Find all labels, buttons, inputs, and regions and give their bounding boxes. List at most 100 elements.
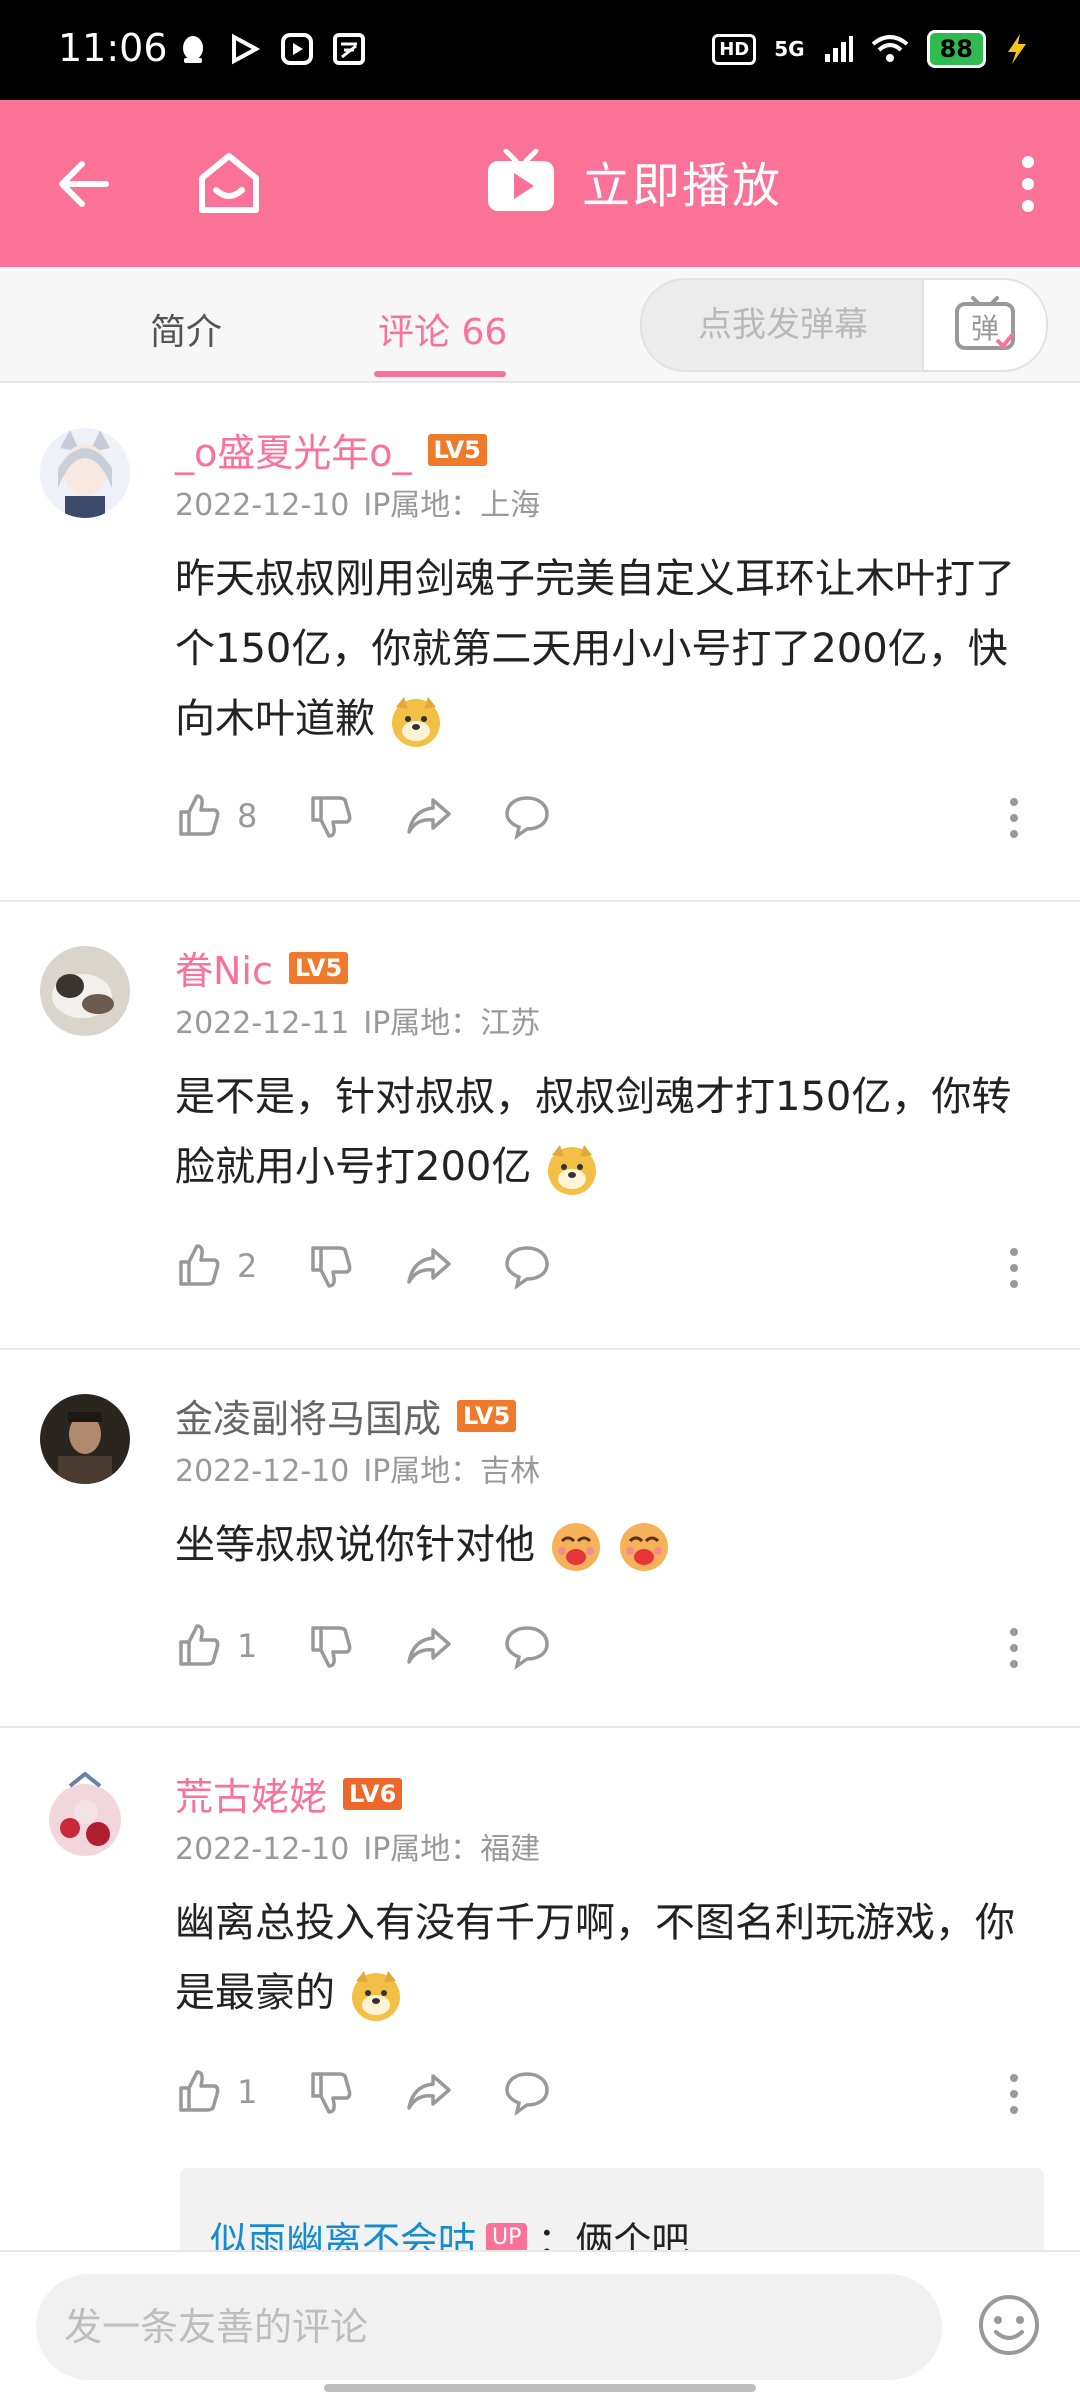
username[interactable]: _o盛夏光年o_ LV5 [175, 422, 487, 477]
comment-text: 昨天叔叔刚用剑魂子完美自定义耳环让木叶打了个150亿，你就第二天用小小号打了20… [175, 544, 1045, 754]
comment-date: 2022-12-10 [175, 1454, 350, 1489]
share-icon [407, 1248, 452, 1284]
reply-button[interactable] [503, 792, 551, 840]
reply-button[interactable] [503, 2068, 551, 2116]
thumb-up-icon [179, 794, 220, 836]
battery-indicator: 88 [926, 30, 986, 68]
share-icon [407, 1628, 452, 1664]
comment-text-content: 坐等叔叔说你针对他 [175, 1522, 535, 1568]
doge-emoji-icon [548, 1145, 597, 1195]
username[interactable]: 金凌副将马国成 LV5 [175, 1388, 517, 1443]
more-options-button[interactable] [1016, 156, 1040, 212]
comment-input[interactable]: 发一条友善的评论 [36, 2274, 942, 2380]
dislike-button[interactable] [307, 2068, 355, 2116]
up-badge: UP [486, 2222, 528, 2253]
home-button[interactable] [194, 148, 264, 218]
home-icon [199, 153, 259, 213]
thumb-up-icon [179, 2070, 220, 2112]
thumb-down-icon [311, 1626, 352, 1668]
comment-date: 2022-12-10 [175, 1832, 350, 1867]
status-time: 11:06 [58, 26, 168, 70]
share-button[interactable] [405, 2068, 453, 2116]
title-bar: 立即播放 [0, 100, 1080, 267]
comment-bubble-icon [505, 1626, 550, 1670]
like-button[interactable]: 8 [175, 792, 257, 840]
username[interactable]: 眷Nic LV5 [175, 940, 349, 995]
comment-bubble-icon [505, 796, 550, 840]
share-button[interactable] [405, 792, 453, 840]
network-label: 5G [774, 37, 805, 61]
username-text: _o盛夏光年o_ [175, 431, 412, 475]
danmaku-icon: 弹 [955, 296, 1015, 350]
like-button[interactable]: 1 [175, 1622, 257, 1670]
comment-text: 幽离总投入有没有千万啊，不图名利玩游戏，你是最豪的 [175, 1888, 1045, 2028]
comment-date: 2022-12-11 [175, 1006, 350, 1041]
arrow-left-icon [59, 161, 109, 207]
active-tab-indicator [374, 371, 506, 377]
charging-icon [1008, 34, 1026, 64]
back-button[interactable] [52, 152, 116, 216]
like-count: 8 [237, 797, 258, 835]
share-button[interactable] [405, 1242, 453, 1290]
danmaku-input[interactable]: 点我发弹幕 [642, 280, 924, 370]
home-indicator [324, 2384, 756, 2392]
more-vertical-icon[interactable] [1008, 1246, 1020, 1290]
hd-badge: HD [712, 33, 757, 65]
like-button[interactable]: 1 [175, 2068, 257, 2116]
level-badge: LV5 [457, 1399, 517, 1432]
more-vertical-icon [1022, 156, 1034, 212]
reply-button[interactable] [503, 1622, 551, 1670]
dislike-button[interactable] [307, 1622, 355, 1670]
video-icon [280, 32, 314, 66]
thumb-down-icon [311, 2072, 352, 2114]
play-icon [228, 32, 262, 66]
drooling-emoji-icon [551, 1523, 600, 1571]
username-text: 金凌副将马国成 [175, 1397, 442, 1441]
comment-actions: 2 [175, 1242, 601, 1290]
svg-text:弹: 弹 [971, 312, 999, 345]
username-text: 眷Nic [175, 949, 273, 993]
danmaku-bar: 点我发弹幕 弹 [640, 278, 1048, 372]
more-vertical-icon[interactable] [1008, 2072, 1020, 2116]
status-bar: 11:06 HD 5G 88 [0, 0, 1080, 100]
avatar[interactable] [40, 946, 130, 1036]
more-vertical-icon[interactable] [1008, 1626, 1020, 1670]
avatar[interactable] [40, 1394, 130, 1484]
like-count: 1 [237, 2073, 258, 2111]
thumb-up-icon [179, 1624, 220, 1666]
share-icon [407, 798, 452, 834]
reply-button[interactable] [503, 1242, 551, 1290]
level-badge: LV5 [288, 951, 349, 984]
comment-text: 是不是，针对叔叔，叔叔剑魂才打150亿，你转脸就用小号打200亿 [175, 1062, 1045, 1202]
thumb-down-icon [311, 1246, 352, 1288]
avatar[interactable] [40, 1772, 130, 1862]
ip-location: IP属地：福建 [363, 1832, 541, 1867]
comment-item: 眷Nic LV5 2022-12-11 IP属地：江苏 是不是，针对叔叔，叔叔剑魂… [0, 902, 1080, 1350]
wifi-icon [871, 35, 908, 62]
ip-location: IP属地：江苏 [363, 1006, 541, 1041]
like-count: 2 [237, 1247, 258, 1285]
comment-item: 金凌副将马国成 LV5 2022-12-10 IP属地：吉林 坐等叔叔说你针对他 … [0, 1350, 1080, 1728]
username-text: 荒古姥姥 [175, 1775, 328, 1819]
avatar[interactable] [40, 428, 130, 518]
more-vertical-icon[interactable] [1008, 796, 1020, 840]
like-button[interactable]: 2 [175, 1242, 257, 1290]
app-icon [332, 32, 366, 66]
qq-icon [176, 32, 210, 66]
system-icons: HD 5G 88 [712, 30, 1030, 68]
doge-emoji-icon [351, 1971, 400, 2021]
like-count: 1 [237, 1627, 258, 1665]
danmaku-toggle-button[interactable]: 弹 [922, 280, 1046, 370]
emoji-button[interactable] [976, 2292, 1042, 2358]
comment-list: _o盛夏光年o_ LV5 2022-12-10 IP属地：上海 昨天叔叔刚用剑魂子… [0, 384, 1080, 2228]
username[interactable]: 荒古姥姥 LV6 [175, 1766, 403, 1821]
dislike-button[interactable] [307, 792, 355, 840]
comment-item: 荒古姥姥 LV6 2022-12-10 IP属地：福建 幽离总投入有没有千万啊，不… [0, 1728, 1080, 2228]
play-now-button[interactable]: 立即播放 [486, 146, 782, 216]
comment-date: 2022-12-10 [175, 488, 350, 523]
notification-icons [176, 32, 366, 66]
tab-intro[interactable]: 简介 [150, 303, 222, 355]
tab-comments[interactable]: 评论 66 [378, 303, 507, 355]
share-button[interactable] [405, 1622, 453, 1670]
dislike-button[interactable] [307, 1242, 355, 1290]
